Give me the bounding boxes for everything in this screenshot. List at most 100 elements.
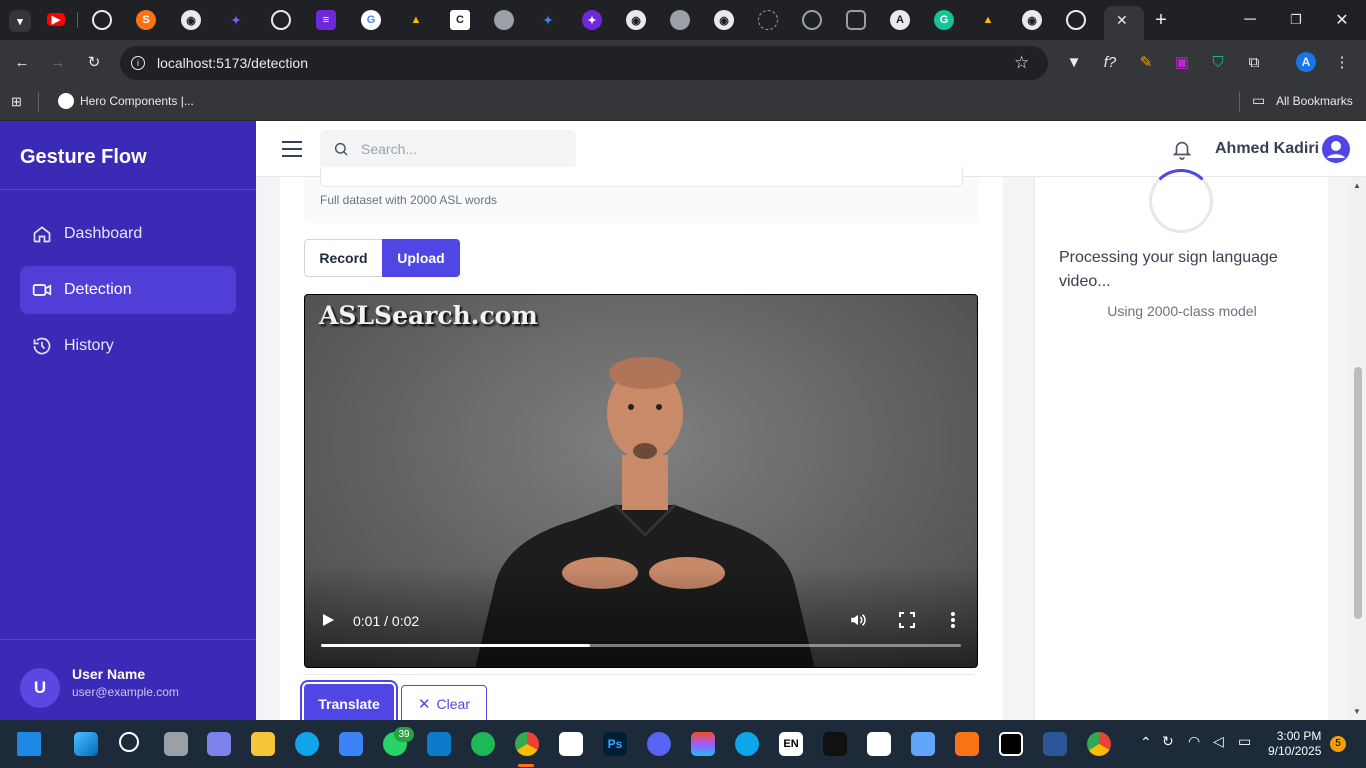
app8-tab-icon[interactable]: A	[890, 10, 910, 30]
github2-tab-icon[interactable]: ◉	[626, 10, 646, 30]
figma-icon[interactable]	[691, 732, 715, 756]
file-explorer-icon[interactable]	[251, 732, 275, 756]
notification-badge[interactable]: 5	[1330, 736, 1346, 752]
sidebar-item-detection[interactable]: Detection	[20, 266, 236, 314]
store-icon[interactable]	[339, 732, 363, 756]
github3-tab-icon[interactable]: ◉	[714, 10, 734, 30]
wifi-icon[interactable]: ◠	[1188, 733, 1200, 750]
clear-button[interactable]: ✕ Clear	[401, 685, 487, 720]
battery-icon[interactable]: ▭	[1238, 733, 1251, 750]
minimize-icon[interactable]: ─	[1238, 8, 1262, 32]
sync-icon[interactable]: ↻	[1162, 733, 1174, 750]
search-input[interactable]: Search...	[320, 130, 576, 168]
site-info-icon[interactable]: i	[131, 56, 145, 70]
webstorm-icon[interactable]	[999, 732, 1023, 756]
new-tab-icon[interactable]: +	[1149, 8, 1173, 32]
tray-chevron-icon[interactable]: ⌃	[1140, 734, 1152, 751]
close-tab-icon[interactable]: ✕	[1116, 12, 1128, 29]
extension-v-icon[interactable]: ▼	[1064, 52, 1084, 72]
task-view-icon[interactable]	[164, 732, 188, 756]
start-icon[interactable]	[17, 732, 41, 756]
video-player[interactable]: ASLSearch.com 0:01 / 0:02	[304, 294, 978, 668]
extension-shield-icon[interactable]: ⛉	[1208, 52, 1228, 72]
globe-tab-icon[interactable]	[670, 10, 690, 30]
user-avatar-icon[interactable]	[1322, 135, 1350, 163]
reload-icon[interactable]: ↻	[84, 52, 104, 72]
play-icon[interactable]	[321, 613, 335, 627]
back-icon[interactable]: ←	[12, 52, 32, 72]
app7-tab-icon[interactable]	[846, 10, 866, 30]
volume-tray-icon[interactable]: ◁	[1213, 733, 1224, 750]
bookmark-hero-components[interactable]: Hero Components |...	[80, 94, 194, 108]
header-user-name[interactable]: Ahmed Kadiri	[1215, 140, 1319, 158]
app4-tab-icon[interactable]	[494, 10, 514, 30]
chrome2-icon[interactable]	[1087, 732, 1111, 756]
chatgpt2-tab-icon[interactable]	[1066, 10, 1086, 30]
sidebar-user-card[interactable]: U User Name user@example.com	[0, 639, 256, 720]
record-tab[interactable]: Record	[304, 239, 382, 277]
scroll-down-icon[interactable]: ▼	[1353, 707, 1361, 716]
extensions-puzzle-icon[interactable]: ⧉	[1244, 52, 1264, 72]
app2-icon[interactable]	[823, 732, 847, 756]
canva-icon[interactable]	[735, 732, 759, 756]
profile-avatar[interactable]: A	[1296, 52, 1316, 72]
extension-grid-icon[interactable]: ▣	[1172, 52, 1192, 72]
upload-tab[interactable]: Upload	[382, 239, 460, 277]
translate-button[interactable]: Translate	[304, 684, 394, 720]
volume-icon[interactable]	[849, 611, 867, 629]
app6-tab-icon[interactable]	[802, 10, 822, 30]
gemini-tab-icon[interactable]: ✦	[538, 10, 558, 30]
bookmark-star-icon[interactable]: ☆	[1014, 53, 1029, 73]
page-scrollbar[interactable]: ▲ ▼	[1350, 177, 1366, 720]
capcut-icon[interactable]	[867, 732, 891, 756]
address-bar[interactable]: i localhost:5173/detection ☆	[120, 46, 1048, 80]
system-clock[interactable]: 3:00 PM 9/10/2025	[1268, 729, 1321, 759]
github4-tab-icon[interactable]: ◉	[1022, 10, 1042, 30]
vscode-icon[interactable]	[427, 732, 451, 756]
taskbar-search-icon[interactable]	[119, 732, 139, 752]
github-tab-icon[interactable]: ◉	[181, 10, 201, 30]
menu-toggle-icon[interactable]	[282, 141, 302, 157]
language-icon[interactable]: EN	[779, 732, 803, 756]
forward-icon[interactable]: →	[48, 52, 68, 72]
photoshop-icon[interactable]: Ps	[603, 732, 627, 756]
scrollbar-thumb[interactable]	[1354, 367, 1362, 619]
spotify-icon[interactable]	[471, 732, 495, 756]
app3-tab-icon[interactable]: C	[450, 10, 470, 30]
windows-icon[interactable]	[74, 732, 98, 756]
sidebar-item-dashboard[interactable]: Dashboard	[20, 210, 236, 258]
app-tab-icon[interactable]: S	[136, 10, 156, 30]
app5-tab-icon[interactable]: ✦	[582, 10, 602, 30]
drive-tab-icon[interactable]: ▲	[406, 10, 426, 30]
chrome-icon[interactable]	[515, 732, 539, 756]
edge-icon[interactable]	[295, 732, 319, 756]
loading-tab-icon[interactable]	[758, 10, 778, 30]
app2-tab-icon[interactable]: ≡	[316, 10, 336, 30]
extension-pen-icon[interactable]: ✎	[1136, 52, 1156, 72]
sidebar-item-history[interactable]: History	[20, 322, 236, 370]
extension-formula-icon[interactable]: f?	[1100, 52, 1120, 72]
tab-search-chevron-icon[interactable]: ▾	[9, 10, 31, 32]
youtube-tab-icon[interactable]: ▶	[47, 13, 65, 26]
discord-icon[interactable]	[647, 732, 671, 756]
grammarly-tab-icon[interactable]: G	[934, 10, 954, 30]
fullscreen-icon[interactable]	[899, 612, 915, 628]
app3-icon[interactable]	[911, 732, 935, 756]
video-progress-bar[interactable]	[321, 644, 961, 647]
notification-bell-icon[interactable]	[1171, 137, 1193, 161]
more-options-icon[interactable]	[950, 611, 956, 629]
dataset-select[interactable]	[320, 167, 963, 187]
all-bookmarks-link[interactable]: All Bookmarks	[1276, 94, 1353, 108]
restore-icon[interactable]: ❐	[1284, 8, 1308, 32]
apps-grid-icon[interactable]: ⊞	[11, 94, 27, 110]
xampp-icon[interactable]	[955, 732, 979, 756]
browser-menu-icon[interactable]: ⋮	[1332, 52, 1352, 72]
close-window-icon[interactable]: ✕	[1330, 8, 1354, 32]
openai-tab-icon[interactable]	[92, 10, 112, 30]
drive2-tab-icon[interactable]: ▲	[978, 10, 998, 30]
active-tab[interactable]: ✕	[1104, 6, 1144, 40]
google-tab-icon[interactable]: G	[361, 10, 381, 30]
teams-icon[interactable]	[207, 732, 231, 756]
app-icon[interactable]	[559, 732, 583, 756]
word-icon[interactable]	[1043, 732, 1067, 756]
